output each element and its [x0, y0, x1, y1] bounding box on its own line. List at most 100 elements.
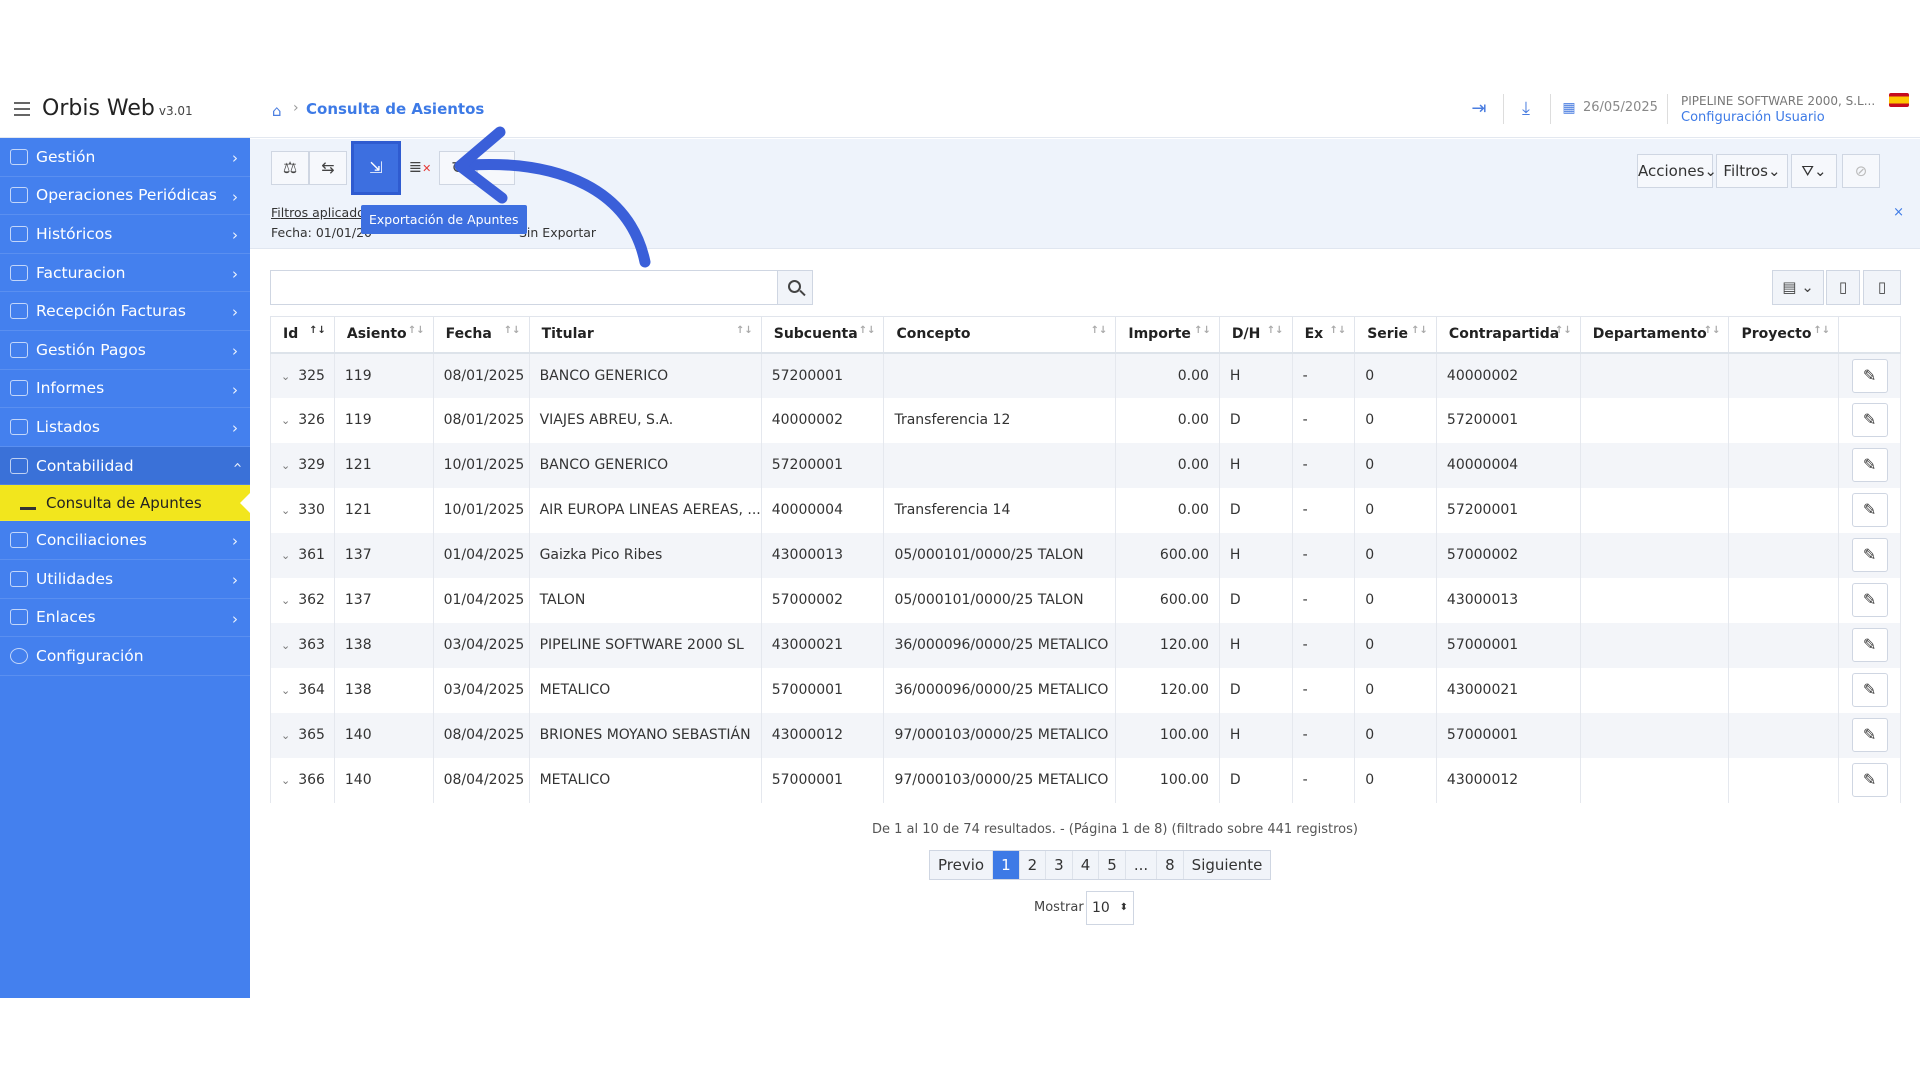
export-entries-button[interactable]: ⇲: [351, 141, 401, 195]
user-config-link[interactable]: Configuración Usuario: [1681, 110, 1825, 125]
table-row[interactable]: ⌄ 365 140 08/04/2025 BRIONES MOYANO SEBASTIÁ…: [270, 712, 1901, 758]
edit-pencil-icon[interactable]: ✎: [1851, 583, 1888, 617]
page-button-5[interactable]: 5: [1099, 851, 1126, 879]
col-header-importe[interactable]: Importe ↑↓: [1115, 316, 1220, 354]
cell-concepto: Transferencia 12: [883, 397, 1117, 443]
cell-subcuenta-value: 40000004: [771, 502, 843, 518]
sidebar-item-gestion-pagos[interactable]: Gestión Pagos ›: [0, 331, 250, 370]
col-header-titular[interactable]: Titular ↑↓: [528, 316, 762, 354]
col-header-id[interactable]: Id ↑↓: [270, 316, 335, 354]
edit-pencil-icon[interactable]: ✎: [1851, 628, 1888, 662]
sidebar-item-label: Conciliaciones: [36, 531, 147, 550]
download-icon[interactable]: ⤓: [1515, 98, 1537, 120]
expand-chevron-icon[interactable]: ⌄: [281, 459, 290, 472]
expand-chevron-icon[interactable]: ⌄: [281, 774, 290, 787]
table-row[interactable]: ⌄ 326 119 08/01/2025 VIAJES ABREU, S.A. 40000…: [270, 397, 1901, 443]
close-icon[interactable]: ×: [1893, 205, 1904, 220]
table-row[interactable]: ⌄ 364 138 03/04/2025 METALICO 57000001 36/0000…: [270, 667, 1901, 713]
expand-chevron-icon[interactable]: ⌄: [281, 414, 290, 427]
sidebar-item-historicos[interactable]: Históricos ›: [0, 215, 250, 254]
export-pdf-icon[interactable]: ▯: [1863, 270, 1901, 305]
table-row[interactable]: ⌄ 362 137 01/04/2025 TALON 57000002 05/000101/…: [270, 577, 1901, 623]
page-button-2[interactable]: 2: [1020, 851, 1047, 879]
actions-dropdown[interactable]: Acciones⌄: [1637, 154, 1717, 188]
edit-pencil-icon[interactable]: ✎: [1851, 718, 1888, 752]
prev-page-button[interactable]: Previo: [930, 851, 994, 879]
col-header-contrapartida[interactable]: Contrapartida ↑↓: [1435, 316, 1581, 354]
table-row[interactable]: ⌄ 366 140 08/04/2025 METALICO 57000001 97/0001…: [270, 757, 1901, 803]
edit-pencil-icon[interactable]: ✎: [1851, 358, 1888, 393]
sidebar-item-gestion[interactable]: Gestión ›: [0, 138, 250, 177]
cell-contrapartida-value: 43000021: [1446, 682, 1519, 698]
table-row[interactable]: ⌄ 330 121 10/01/2025 AIR EUROPA LINEAS AEREA…: [270, 487, 1901, 533]
expand-chevron-icon[interactable]: ⌄: [281, 504, 290, 517]
page-button-3[interactable]: 3: [1046, 851, 1073, 879]
home-icon[interactable]: ⌂: [272, 102, 288, 120]
page-size-select[interactable]: 10 ⬍: [1086, 891, 1134, 925]
applied-filters-link[interactable]: Filtros aplicado: [271, 205, 365, 220]
spain-flag-icon[interactable]: [1889, 93, 1909, 107]
page-button-1[interactable]: 1: [993, 851, 1020, 879]
col-header-departamento[interactable]: Departamento ↑↓: [1579, 316, 1730, 354]
table-row[interactable]: ⌄ 325 119 08/01/2025 BANCO GENERICO 57200001 0…: [270, 352, 1901, 398]
expand-chevron-icon[interactable]: ⌄: [281, 729, 290, 742]
edit-pencil-icon[interactable]: ✎: [1851, 763, 1888, 797]
col-header-fecha[interactable]: Fecha ↑↓: [432, 316, 530, 354]
col-header-proyecto[interactable]: Proyecto ↑↓: [1728, 316, 1840, 354]
page-button-8[interactable]: 8: [1157, 851, 1184, 879]
table-row[interactable]: ⌄ 363 138 03/04/2025 PIPELINE SOFTWARE 2000 …: [270, 622, 1901, 668]
col-header-dh[interactable]: D/H ↑↓: [1218, 316, 1293, 354]
header-date[interactable]: 26/05/2025: [1583, 100, 1658, 115]
sidebar-item-enlaces[interactable]: Enlaces ›: [0, 599, 250, 638]
page-button-4[interactable]: 4: [1073, 851, 1100, 879]
transfer-icon[interactable]: ⇆: [309, 151, 347, 185]
sidebar-item-recepcion[interactable]: Recepción Facturas ›: [0, 292, 250, 331]
edit-pencil-icon[interactable]: ✎: [1851, 493, 1888, 527]
login-icon[interactable]: ⇥: [1468, 98, 1490, 120]
calendar-icon[interactable]: ▦: [1562, 100, 1576, 122]
col-header-ex[interactable]: Ex ↑↓: [1291, 316, 1356, 354]
col-header-serie[interactable]: Serie ↑↓: [1354, 316, 1437, 354]
search-input[interactable]: [270, 270, 778, 305]
col-header-subcuenta[interactable]: Subcuenta ↑↓: [760, 316, 885, 354]
expand-chevron-icon[interactable]: ⌄: [281, 549, 290, 562]
sidebar-item-facturacion[interactable]: Facturacion ›: [0, 254, 250, 293]
sidebar-item-contabilidad[interactable]: Contabilidad ›: [0, 446, 250, 486]
expand-chevron-icon[interactable]: ⌄: [281, 594, 290, 607]
export-excel-icon[interactable]: ▯: [1826, 270, 1860, 305]
balance-icon[interactable]: ⚖: [271, 151, 309, 185]
col-header-asiento[interactable]: Asiento ↑↓: [333, 316, 434, 354]
sidebar-item-utilidades[interactable]: Utilidades ›: [0, 560, 250, 599]
expand-chevron-icon[interactable]: ⌄: [281, 370, 290, 383]
menu-icon[interactable]: [14, 102, 30, 116]
cell-concepto: 36/000096/0000/25 METALICO: [883, 622, 1117, 668]
sidebar-item-operaciones[interactable]: Operaciones Periódicas ›: [0, 177, 250, 216]
search-button[interactable]: [777, 270, 813, 305]
sidebar-subitem-consulta-apuntes[interactable]: Consulta de Apuntes: [0, 485, 250, 522]
table-row[interactable]: ⌄ 329 121 10/01/2025 BANCO GENERICO 57200001 0…: [270, 442, 1901, 488]
edit-pencil-icon[interactable]: ✎: [1851, 448, 1888, 482]
delete-export-icon[interactable]: ≣✕: [401, 151, 439, 185]
next-page-button[interactable]: Siguiente: [1184, 851, 1271, 879]
cell-contrapartida-value: 57000001: [1446, 637, 1519, 653]
columns-dropdown[interactable]: ▤ ⌄: [1772, 270, 1824, 305]
breadcrumb-current[interactable]: Consulta de Asientos: [306, 100, 484, 118]
cash-icon: [10, 457, 28, 474]
filter-off-icon[interactable]: ⊘: [1842, 154, 1880, 188]
sidebar-item-label: Enlaces: [36, 608, 96, 627]
expand-chevron-icon[interactable]: ⌄: [281, 639, 290, 652]
col-header-concepto[interactable]: Concepto ↑↓: [883, 316, 1117, 354]
edit-pencil-icon[interactable]: ✎: [1851, 403, 1888, 437]
edit-pencil-icon[interactable]: ✎: [1851, 538, 1888, 572]
sidebar-item-listados[interactable]: Listados ›: [0, 408, 250, 447]
table-row[interactable]: ⌄ 361 137 01/04/2025 Gaizka Pico Ribes 430000…: [270, 532, 1901, 578]
cell-ex: -: [1291, 397, 1356, 443]
sidebar-item-configuracion[interactable]: Configuración: [0, 637, 250, 676]
expand-chevron-icon[interactable]: ⌄: [281, 684, 290, 697]
sidebar-item-conciliaciones[interactable]: Conciliaciones ›: [0, 521, 250, 560]
cell-serie-value: 0: [1365, 502, 1375, 518]
sidebar-item-informes[interactable]: Informes ›: [0, 370, 250, 409]
filter-clear-dropdown[interactable]: ⛛⌄: [1791, 154, 1837, 188]
edit-pencil-icon[interactable]: ✎: [1851, 673, 1888, 707]
filters-dropdown[interactable]: Filtros⌄: [1716, 154, 1788, 188]
